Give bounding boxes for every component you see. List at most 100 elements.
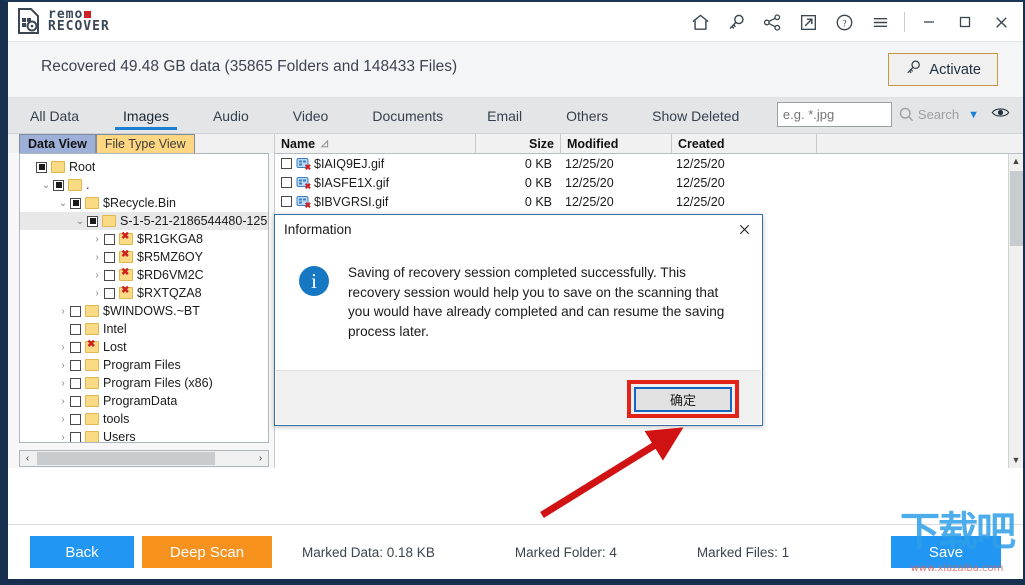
marked-data-status: Marked Data: 0.18 KB <box>302 545 435 560</box>
key-icon[interactable] <box>718 2 754 42</box>
tab-audio[interactable]: Audio <box>191 98 271 133</box>
column-header-created[interactable]: Created <box>672 134 817 153</box>
scroll-up-icon[interactable]: ▲ <box>1009 154 1023 169</box>
tree-item-checkbox[interactable] <box>70 432 81 443</box>
file-checkbox[interactable] <box>281 158 292 169</box>
chevron-right-icon[interactable]: › <box>56 306 70 317</box>
chevron-right-icon[interactable]: › <box>56 432 70 443</box>
ok-button[interactable]: 确定 <box>634 387 732 412</box>
chevron-down-icon[interactable]: ▼ <box>965 109 982 121</box>
menu-icon[interactable] <box>862 2 898 42</box>
back-button[interactable]: Back <box>30 536 134 568</box>
tree-item[interactable]: Root <box>20 158 268 176</box>
file-row[interactable]: ✖$IASFE1X.gif0 KB12/25/2012/25/20 <box>275 173 1008 192</box>
activate-button[interactable]: Activate <box>888 53 998 86</box>
tree-item[interactable]: Intel <box>20 320 268 338</box>
external-link-icon[interactable] <box>790 2 826 42</box>
dialog-close-button[interactable] <box>730 218 758 240</box>
tab-documents[interactable]: Documents <box>350 98 465 133</box>
tree-item-checkbox[interactable] <box>36 162 47 173</box>
column-header-blank[interactable] <box>817 134 1023 153</box>
folder-icon <box>51 161 65 173</box>
tree-item[interactable]: ›$R5MZ6OY <box>20 248 268 266</box>
tab-images[interactable]: Images <box>101 98 191 133</box>
tab-show-deleted[interactable]: Show Deleted <box>630 98 761 133</box>
tab-file-type-view[interactable]: File Type View <box>96 134 195 153</box>
file-row[interactable]: ✖$IBVGRSI.gif0 KB12/25/2012/25/20 <box>275 192 1008 211</box>
tree-item[interactable]: ⌄. <box>20 176 268 194</box>
tab-all-data[interactable]: All Data <box>8 98 101 133</box>
folder-icon <box>85 359 99 371</box>
tab-data-view[interactable]: Data View <box>19 134 96 153</box>
chevron-right-icon[interactable]: › <box>56 378 70 389</box>
tree-item-checkbox[interactable] <box>70 414 81 425</box>
tree-item[interactable]: ›Lost <box>20 338 268 356</box>
tree-item[interactable]: ›Program Files (x86) <box>20 374 268 392</box>
tree-item[interactable]: ›tools <box>20 410 268 428</box>
tab-email[interactable]: Email <box>465 98 544 133</box>
hscroll-track[interactable] <box>35 451 253 466</box>
file-checkbox[interactable] <box>281 196 292 207</box>
tree-item-checkbox[interactable] <box>70 378 81 389</box>
chevron-right-icon[interactable]: › <box>90 234 104 245</box>
chevron-down-icon[interactable]: ⌄ <box>56 198 70 209</box>
file-row[interactable]: ✖$IAIQ9EJ.gif0 KB12/25/2012/25/20 <box>275 154 1008 173</box>
chevron-down-icon[interactable]: ⌄ <box>73 216 87 227</box>
eye-icon[interactable] <box>988 105 1013 125</box>
tree-item-checkbox[interactable] <box>104 234 115 245</box>
chevron-right-icon[interactable]: › <box>56 396 70 407</box>
hscroll-thumb[interactable] <box>37 452 215 465</box>
chevron-right-icon[interactable]: › <box>90 252 104 263</box>
scroll-right-icon[interactable]: › <box>253 453 268 464</box>
tree-item-checkbox[interactable] <box>104 288 115 299</box>
tree-item-checkbox[interactable] <box>70 396 81 407</box>
chevron-right-icon[interactable]: › <box>56 414 70 425</box>
help-icon[interactable]: ? <box>826 2 862 42</box>
scroll-down-icon[interactable]: ▼ <box>1009 453 1023 468</box>
tree-item-checkbox[interactable] <box>70 324 81 335</box>
tree-horizontal-scrollbar[interactable]: ‹ › <box>19 450 269 467</box>
file-checkbox[interactable] <box>281 177 292 188</box>
tree-item[interactable]: ›$WINDOWS.~BT <box>20 302 268 320</box>
tree-item-checkbox[interactable] <box>104 252 115 263</box>
share-icon[interactable] <box>754 2 790 42</box>
tree-item[interactable]: ›$RD6VM2C <box>20 266 268 284</box>
maximize-button[interactable] <box>947 2 983 42</box>
file-list-scrollbar[interactable]: ▲ ▼ <box>1008 154 1023 468</box>
minimize-button[interactable] <box>911 2 947 42</box>
folder-tree[interactable]: Root⌄.⌄$Recycle.Bin⌄S-1-5-21-2186544480-… <box>19 153 269 443</box>
tree-item-checkbox[interactable] <box>53 180 64 191</box>
chevron-right-icon[interactable]: › <box>90 288 104 299</box>
tree-item-checkbox[interactable] <box>70 198 81 209</box>
vscroll-thumb[interactable] <box>1010 171 1023 246</box>
tree-item[interactable]: ›Users <box>20 428 268 443</box>
column-header-modified[interactable]: Modified <box>561 134 672 153</box>
tree-item[interactable]: ⌄S-1-5-21-2186544480-125978´ <box>20 212 268 230</box>
tree-item[interactable]: ⌄$Recycle.Bin <box>20 194 268 212</box>
column-header-name[interactable]: Name ◿ <box>275 134 476 153</box>
tree-item[interactable]: ›Program Files <box>20 356 268 374</box>
chevron-right-icon[interactable]: › <box>90 270 104 281</box>
tree-item[interactable]: ›$RXTQZA8 <box>20 284 268 302</box>
tree-item[interactable]: ›$R1GKGA8 <box>20 230 268 248</box>
tree-item-checkbox[interactable] <box>70 306 81 317</box>
home-icon[interactable] <box>682 2 718 42</box>
tree-item-checkbox[interactable] <box>87 216 98 227</box>
tree-item-label: . <box>86 178 89 192</box>
search-button[interactable]: Search <box>898 106 959 123</box>
deep-scan-button[interactable]: Deep Scan <box>142 536 272 568</box>
chevron-right-icon[interactable]: › <box>56 342 70 353</box>
chevron-right-icon[interactable]: › <box>56 360 70 371</box>
search-input[interactable] <box>777 102 892 127</box>
scroll-left-icon[interactable]: ‹ <box>20 453 35 464</box>
tree-item-checkbox[interactable] <box>104 270 115 281</box>
tab-others[interactable]: Others <box>544 98 630 133</box>
column-header-size[interactable]: Size <box>476 134 561 153</box>
tab-video[interactable]: Video <box>271 98 351 133</box>
tree-item-checkbox[interactable] <box>70 342 81 353</box>
chevron-down-icon[interactable]: ⌄ <box>39 180 53 191</box>
save-button[interactable]: Save <box>891 536 1001 568</box>
tree-item-checkbox[interactable] <box>70 360 81 371</box>
close-button[interactable] <box>983 2 1019 42</box>
tree-item[interactable]: ›ProgramData <box>20 392 268 410</box>
